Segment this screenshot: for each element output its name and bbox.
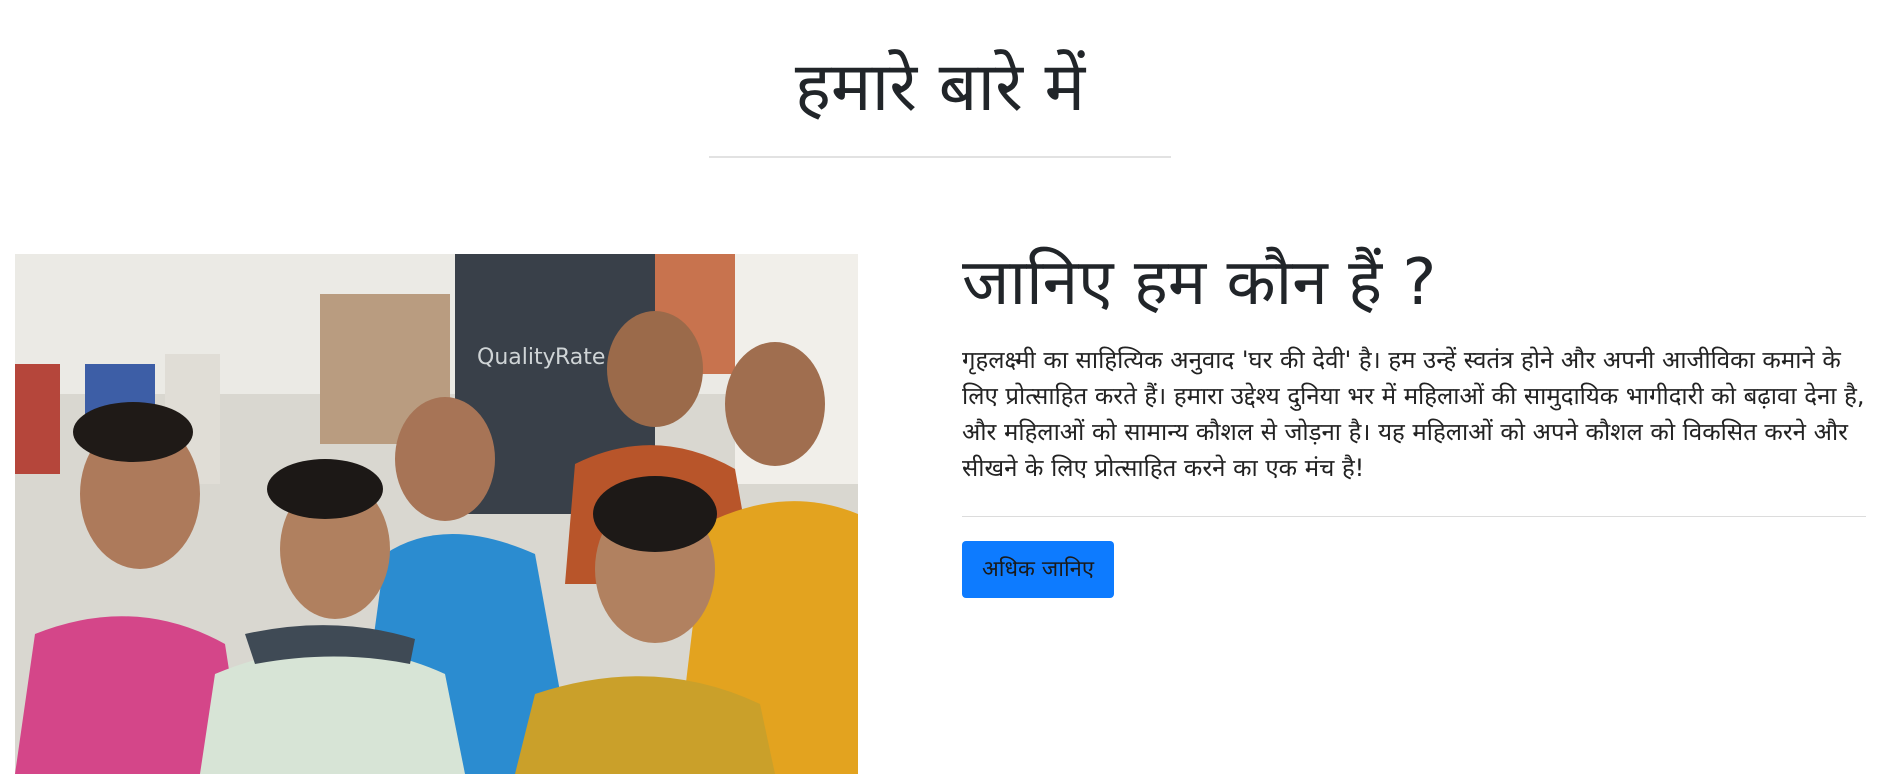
content-divider [962, 516, 1866, 517]
svg-text:Rate: Rate [555, 345, 605, 370]
learn-more-button[interactable]: अधिक जानिए [962, 541, 1115, 598]
svg-text:Quality: Quality [477, 345, 556, 370]
about-heading: जानिए हम कौन हैं ? [962, 246, 1437, 320]
women-group-photo: Quality Rate [15, 254, 858, 774]
title-divider [709, 156, 1171, 158]
about-section: जानिए हम कौन हैं ? गृहलक्ष्मी का साहित्य… [962, 240, 1866, 598]
section-title: हमारे बारे में [794, 48, 1086, 127]
about-description: गृहलक्ष्मी का साहित्यिक अनुवाद 'घर की दे… [962, 346, 1865, 482]
